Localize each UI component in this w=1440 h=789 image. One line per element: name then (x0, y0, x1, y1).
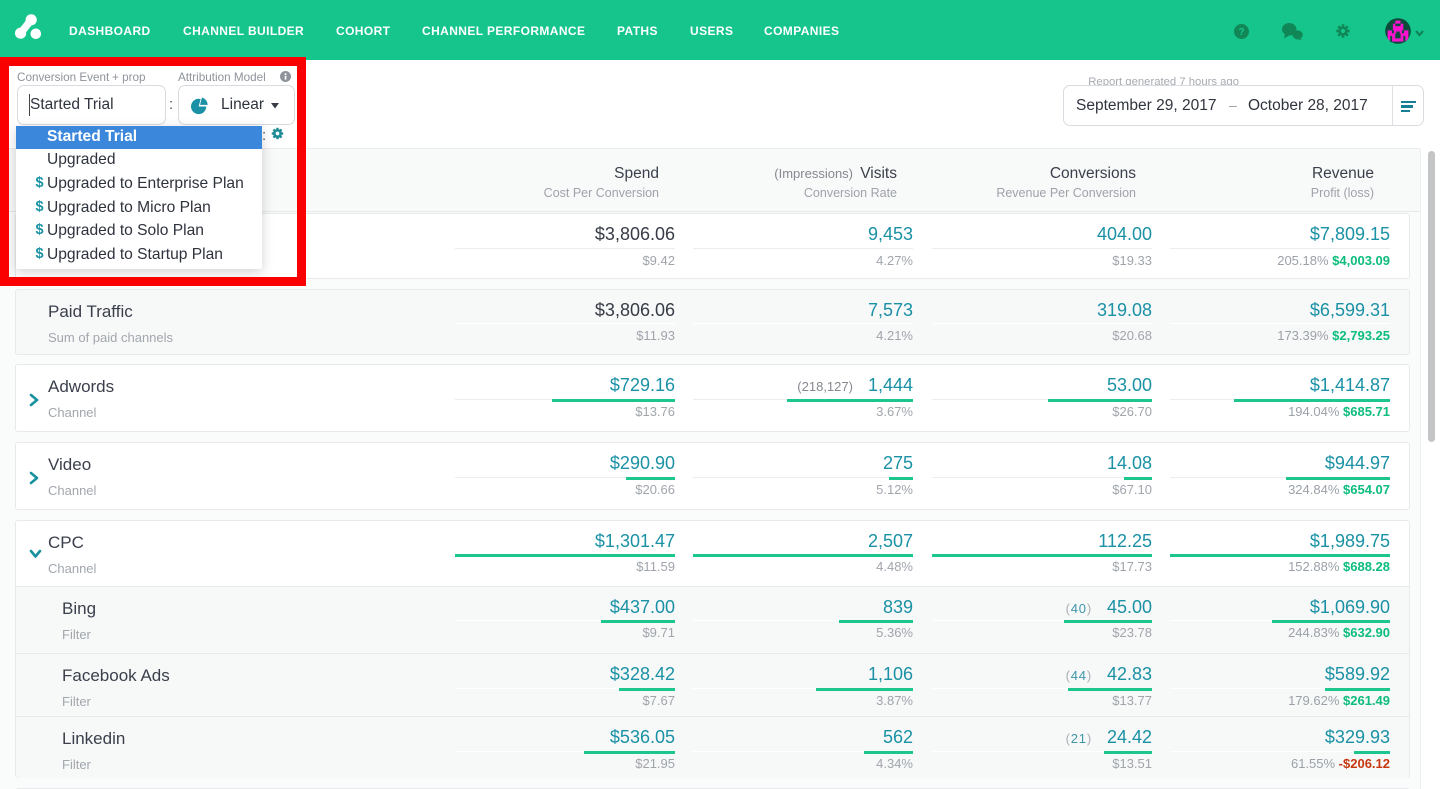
svg-text:?: ? (1238, 27, 1244, 38)
